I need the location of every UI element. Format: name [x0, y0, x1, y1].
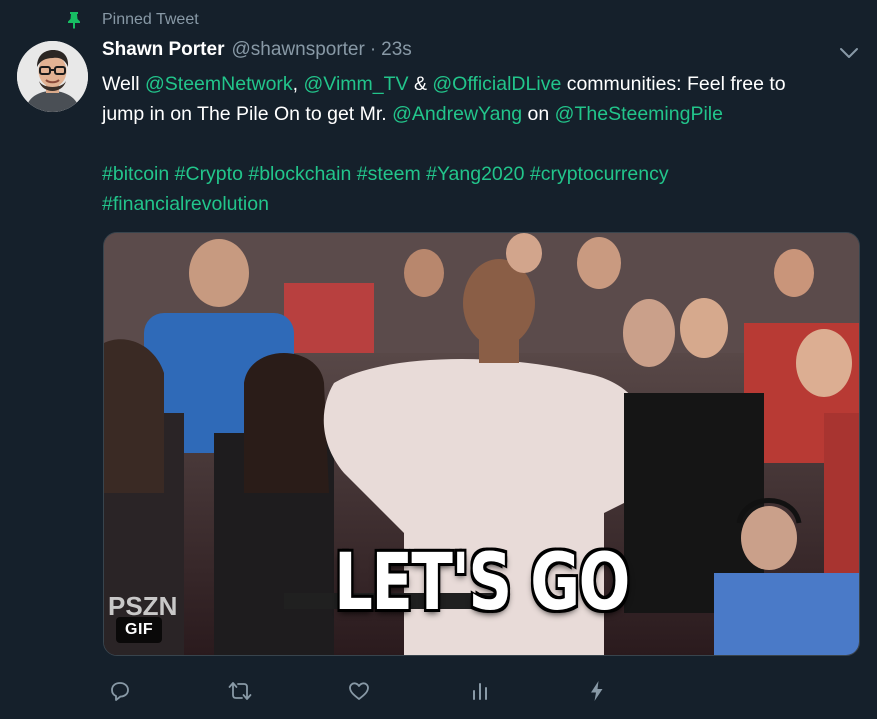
reply-icon — [111, 682, 129, 701]
avatar[interactable] — [17, 41, 88, 112]
hashtag-line-1: #bitcoin #Crypto #blockchain #steem #Yan… — [102, 159, 842, 189]
retweet-icon — [228, 682, 252, 700]
text-segment: communities: Feel free to — [561, 73, 786, 95]
gif-badge: GIF — [116, 617, 163, 643]
hashtag-bitcoin[interactable]: #bitcoin — [102, 163, 169, 185]
text-segment: , — [292, 73, 304, 95]
pin-icon — [68, 12, 80, 29]
tweet-line-2: jump in on The Pile On to get Mr. @Andre… — [102, 99, 842, 129]
retweet-button[interactable] — [226, 677, 254, 705]
hashtag-financialrevolution[interactable]: #financialrevolution — [102, 193, 269, 215]
user-handle[interactable]: @shawnsporter — [231, 39, 364, 61]
tweet-header: Shawn Porter @shawnsporter · 23s — [102, 39, 412, 65]
display-name[interactable]: Shawn Porter — [102, 39, 224, 61]
text-segment: jump in on The Pile On to get Mr. — [102, 103, 393, 125]
mention-andrewyang[interactable]: @AndrewYang — [392, 103, 522, 125]
tweet-text: Well @SteemNetwork, @Vimm_TV & @Official… — [102, 69, 842, 219]
pinned-indicator: Pinned Tweet — [66, 9, 199, 31]
text-segment: & — [408, 73, 433, 95]
like-button[interactable] — [345, 677, 373, 705]
tweet-actions — [106, 677, 616, 705]
analytics-icon — [473, 683, 487, 700]
promote-button[interactable] — [583, 677, 611, 705]
pinned-label: Pinned Tweet — [102, 11, 199, 28]
hashtag-yang2020[interactable]: #Yang2020 — [426, 163, 524, 185]
mention-thesteemingpile[interactable]: @TheSteemingPile — [555, 103, 723, 125]
lightning-icon — [591, 681, 603, 701]
text-segment: on — [522, 103, 555, 125]
gif-caption: LET'S GO — [334, 538, 630, 628]
separator-dot: · — [369, 39, 377, 60]
tweet-line-1: Well @SteemNetwork, @Vimm_TV & @Official… — [102, 69, 842, 99]
hashtag-blockchain[interactable]: #blockchain — [248, 163, 351, 185]
heart-icon — [349, 682, 369, 700]
text-segment: Well — [102, 73, 145, 95]
tweet-gif[interactable]: PSZN LET'S GO GIF — [103, 232, 860, 656]
hashtag-cryptocurrency[interactable]: #cryptocurrency — [530, 163, 669, 185]
timestamp[interactable]: 23s — [381, 39, 412, 61]
analytics-button[interactable] — [466, 677, 494, 705]
mention-steemnetwork[interactable]: @SteemNetwork — [145, 73, 293, 95]
hashtag-line-2: #financialrevolution — [102, 189, 842, 219]
reply-button[interactable] — [106, 677, 134, 705]
chevron-down-icon[interactable] — [838, 44, 860, 62]
mention-officialdlive[interactable]: @OfficialDLive — [432, 73, 561, 95]
hashtag-crypto[interactable]: #Crypto — [175, 163, 243, 185]
hashtag-steem[interactable]: #steem — [357, 163, 421, 185]
mention-vimm-tv[interactable]: @Vimm_TV — [304, 73, 409, 95]
